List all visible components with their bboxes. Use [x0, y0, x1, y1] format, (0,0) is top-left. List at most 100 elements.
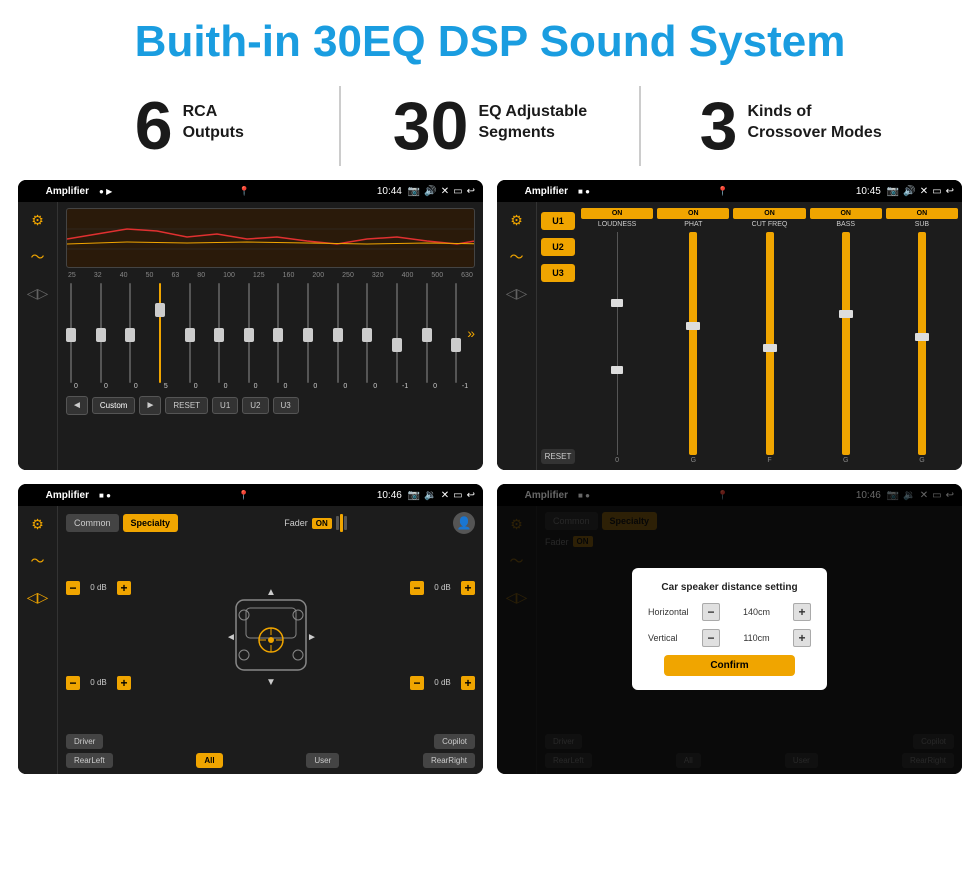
window-icon-2: ▭ [932, 186, 941, 197]
db-plus-4[interactable]: + [461, 676, 475, 690]
eq-values-row: 0 0 0 5 0 0 0 0 0 0 0 -1 0 -1 [66, 383, 475, 390]
vertical-label: Vertical [648, 633, 698, 643]
eq-reset-button[interactable]: RESET [165, 397, 208, 414]
screen-eq: ⌂ Amplifier ● ▶ 📍 10:44 📷 🔊 ✕ ▭ ↩ ⚙ 〜 ◁▷ [18, 180, 483, 470]
screen-speaker: ⌂ Amplifier ■ ● 📍 10:46 📷 🔉 ✕ ▭ ↩ ⚙ 〜 ◁▷ [18, 484, 483, 774]
stat-number-eq: 30 [393, 92, 469, 160]
spk-filter-icon[interactable]: ⚙ [31, 516, 44, 533]
horizontal-row: Horizontal − 140cm + [648, 603, 811, 621]
svg-text:◄: ◄ [226, 632, 236, 643]
stat-divider-2 [639, 86, 641, 166]
confirm-button[interactable]: Confirm [664, 655, 794, 676]
eq-slider-11[interactable] [392, 283, 402, 383]
eq-screen-content: ⚙ 〜 ◁▷ [18, 202, 483, 470]
db-minus-2[interactable]: − [66, 676, 80, 690]
eq-slider-10[interactable] [362, 283, 372, 383]
u2-button[interactable]: U2 [541, 238, 575, 256]
eq-u3-button[interactable]: U3 [273, 397, 299, 414]
db-minus-4[interactable]: − [410, 676, 424, 690]
location-icon-2: 📍 [717, 186, 728, 197]
spk-wave-icon[interactable]: 〜 [31, 551, 45, 571]
eq-slider-4[interactable] [185, 283, 195, 383]
eq-volume-icon[interactable]: ◁▷ [27, 285, 49, 302]
copilot-button[interactable]: Copilot [434, 734, 475, 749]
eq-slider-12[interactable] [422, 283, 432, 383]
xover-wave-icon[interactable]: 〜 [510, 247, 524, 267]
db-control-1: − 0 dB + [66, 581, 131, 595]
speaker-right-controls: − 0 dB + − 0 dB + [410, 540, 475, 730]
u3-button[interactable]: U3 [541, 264, 575, 282]
back-icon-3[interactable]: ↩ [467, 490, 475, 501]
time-2: 10:45 [856, 186, 881, 197]
eq-slider-8[interactable] [303, 283, 313, 383]
status-bar-2: ⌂ Amplifier ■ ● 📍 10:45 📷 🔊 ✕ ▭ ↩ [497, 180, 962, 202]
eq-prev-button[interactable]: ◄ [66, 396, 88, 415]
home-icon-2[interactable]: ⌂ [505, 182, 515, 200]
speaker-tabs: Common Specialty [66, 514, 178, 532]
vertical-minus-button[interactable]: − [702, 629, 720, 647]
home-icon-3[interactable]: ⌂ [26, 486, 36, 504]
spk-volume-icon[interactable]: ◁▷ [27, 589, 49, 606]
db-plus-3[interactable]: + [461, 581, 475, 595]
crossover-sidebar: ⚙ 〜 ◁▷ [497, 202, 537, 470]
eq-u1-button[interactable]: U1 [212, 397, 238, 414]
camera-icon-3: 📷 [408, 490, 420, 501]
x-icon: ✕ [441, 186, 449, 197]
rearleft-button[interactable]: RearLeft [66, 753, 113, 768]
db-plus-1[interactable]: + [117, 581, 131, 595]
eq-slider-2[interactable] [125, 283, 135, 383]
eq-slider-0[interactable] [66, 283, 76, 383]
horizontal-plus-button[interactable]: + [793, 603, 811, 621]
page-header: Buith-in 30EQ DSP Sound System [0, 0, 980, 76]
eq-main-area: 25 32 40 50 63 80 100 125 160 200 250 32… [58, 202, 483, 470]
dialog-overlay: Car speaker distance setting Horizontal … [497, 484, 962, 774]
rearright-button[interactable]: RearRight [423, 753, 475, 768]
all-button[interactable]: All [196, 753, 222, 768]
eq-slider-9[interactable] [333, 283, 343, 383]
user-button[interactable]: User [306, 753, 339, 768]
channel-columns: ON LOUDNESS 0 ON PHAT [581, 208, 958, 464]
driver-button[interactable]: Driver [66, 734, 103, 749]
db-minus-3[interactable]: − [410, 581, 424, 595]
eq-slider-3[interactable] [155, 283, 165, 383]
specialty-tab[interactable]: Specialty [123, 514, 179, 532]
eq-slider-7[interactable] [273, 283, 283, 383]
back-icon-2[interactable]: ↩ [946, 186, 954, 197]
app-name-2: Amplifier [525, 186, 568, 197]
eq-slider-5[interactable] [214, 283, 224, 383]
crossover-reset-button[interactable]: RESET [541, 449, 575, 464]
eq-slider-13[interactable] [451, 283, 461, 383]
horizontal-minus-button[interactable]: − [702, 603, 720, 621]
u1-button[interactable]: U1 [541, 212, 575, 230]
eq-filter-icon[interactable]: ⚙ [31, 212, 44, 229]
fader-label: Fader [284, 518, 308, 528]
xover-volume-icon[interactable]: ◁▷ [506, 285, 528, 302]
channel-cutfreq: ON CUT FREQ F [733, 208, 805, 464]
eq-next-button[interactable]: ► [139, 396, 161, 415]
fader-on-badge[interactable]: ON [312, 518, 332, 529]
db-minus-1[interactable]: − [66, 581, 80, 595]
eq-slider-1[interactable] [96, 283, 106, 383]
status-bar-1: ⌂ Amplifier ● ▶ 📍 10:44 📷 🔊 ✕ ▭ ↩ [18, 180, 483, 202]
car-diagram: ▲ ▼ ◄ ► [137, 540, 404, 730]
window-icon: ▭ [453, 186, 462, 197]
db-plus-2[interactable]: + [117, 676, 131, 690]
status-icons-2: 📷 🔊 ✕ ▭ ↩ [887, 186, 954, 197]
back-icon[interactable]: ↩ [467, 186, 475, 197]
common-tab[interactable]: Common [66, 514, 119, 532]
vertical-row: Vertical − 110cm + [648, 629, 811, 647]
profile-icon[interactable]: 👤 [453, 512, 475, 534]
x-icon-2: ✕ [920, 186, 928, 197]
eq-u2-button[interactable]: U2 [242, 397, 268, 414]
home-icon[interactable]: ⌂ [26, 182, 36, 200]
speaker-layout: − 0 dB + − 0 dB + [66, 540, 475, 730]
xover-filter-icon[interactable]: ⚙ [510, 212, 523, 229]
db-value-3: 0 dB [426, 583, 459, 592]
more-icon[interactable]: » [463, 325, 475, 341]
vertical-plus-button[interactable]: + [793, 629, 811, 647]
eq-slider-6[interactable] [244, 283, 254, 383]
eq-wave-icon[interactable]: 〜 [31, 247, 45, 267]
stat-number-rca: 6 [135, 92, 173, 160]
stat-label-eq-1: EQ Adjustable [478, 102, 587, 123]
stats-row: 6 RCA Outputs 30 EQ Adjustable Segments … [0, 76, 980, 180]
